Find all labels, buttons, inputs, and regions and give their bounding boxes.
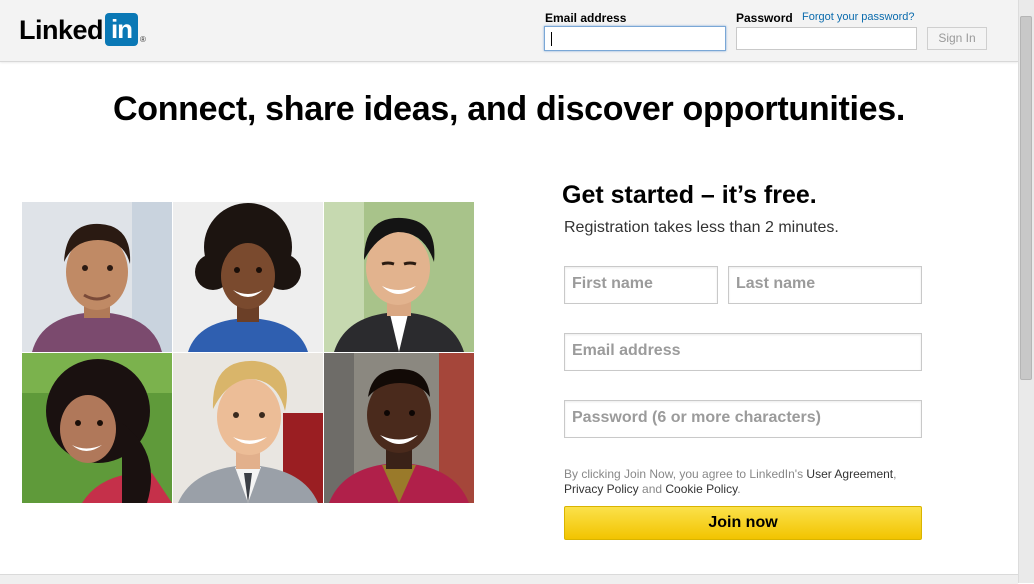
photo-man-red-jacket xyxy=(324,353,474,503)
signup-title: Get started – it’s free. xyxy=(562,181,817,209)
signup-email-field[interactable]: Email address xyxy=(564,333,922,371)
header-password-input[interactable] xyxy=(736,27,917,50)
cookie-policy-link[interactable]: Cookie Policy xyxy=(665,482,737,496)
top-header: Linked in ® Email address Password Forgo… xyxy=(0,0,1018,62)
privacy-policy-link[interactable]: Privacy Policy xyxy=(564,482,639,496)
scrollbar-thumb[interactable] xyxy=(1020,16,1032,380)
header-email-label: Email address xyxy=(545,11,627,25)
legal-text: By clicking Join Now, you agree to Linke… xyxy=(564,467,807,481)
join-now-button[interactable]: Join now xyxy=(564,506,922,540)
linkedin-logo[interactable]: Linked in ® xyxy=(19,13,146,47)
photo-grid xyxy=(22,202,474,503)
signup-password-field[interactable]: Password (6 or more characters) xyxy=(564,400,922,438)
last-name-field[interactable]: Last name xyxy=(728,266,922,304)
header-password-label: Password xyxy=(736,11,793,25)
signup-subtitle: Registration takes less than 2 minutes. xyxy=(564,219,839,236)
legal-notice: By clicking Join Now, you agree to Linke… xyxy=(564,467,924,497)
header-email-input[interactable] xyxy=(544,26,726,51)
photo-woman-curly-hair xyxy=(173,202,323,352)
photo-woman-grass xyxy=(22,353,172,503)
sign-in-button[interactable]: Sign In xyxy=(927,27,987,50)
legal-and: and xyxy=(638,482,666,496)
first-name-field[interactable]: First name xyxy=(564,266,718,304)
page-headline: Connect, share ideas, and discover oppor… xyxy=(112,90,906,128)
photo-man-blond xyxy=(173,353,323,503)
user-agreement-link[interactable]: User Agreement xyxy=(806,467,893,481)
photo-man-suit xyxy=(324,202,474,352)
text-caret xyxy=(551,32,552,46)
logo-in-box: in xyxy=(105,13,139,46)
photo-man-smiling xyxy=(22,202,172,352)
legal-end: . xyxy=(737,482,741,496)
legal-comma: , xyxy=(893,467,897,481)
logo-registered-mark: ® xyxy=(140,35,146,44)
forgot-password-link[interactable]: Forgot your password? xyxy=(802,11,915,23)
logo-text: Linked xyxy=(19,15,104,45)
